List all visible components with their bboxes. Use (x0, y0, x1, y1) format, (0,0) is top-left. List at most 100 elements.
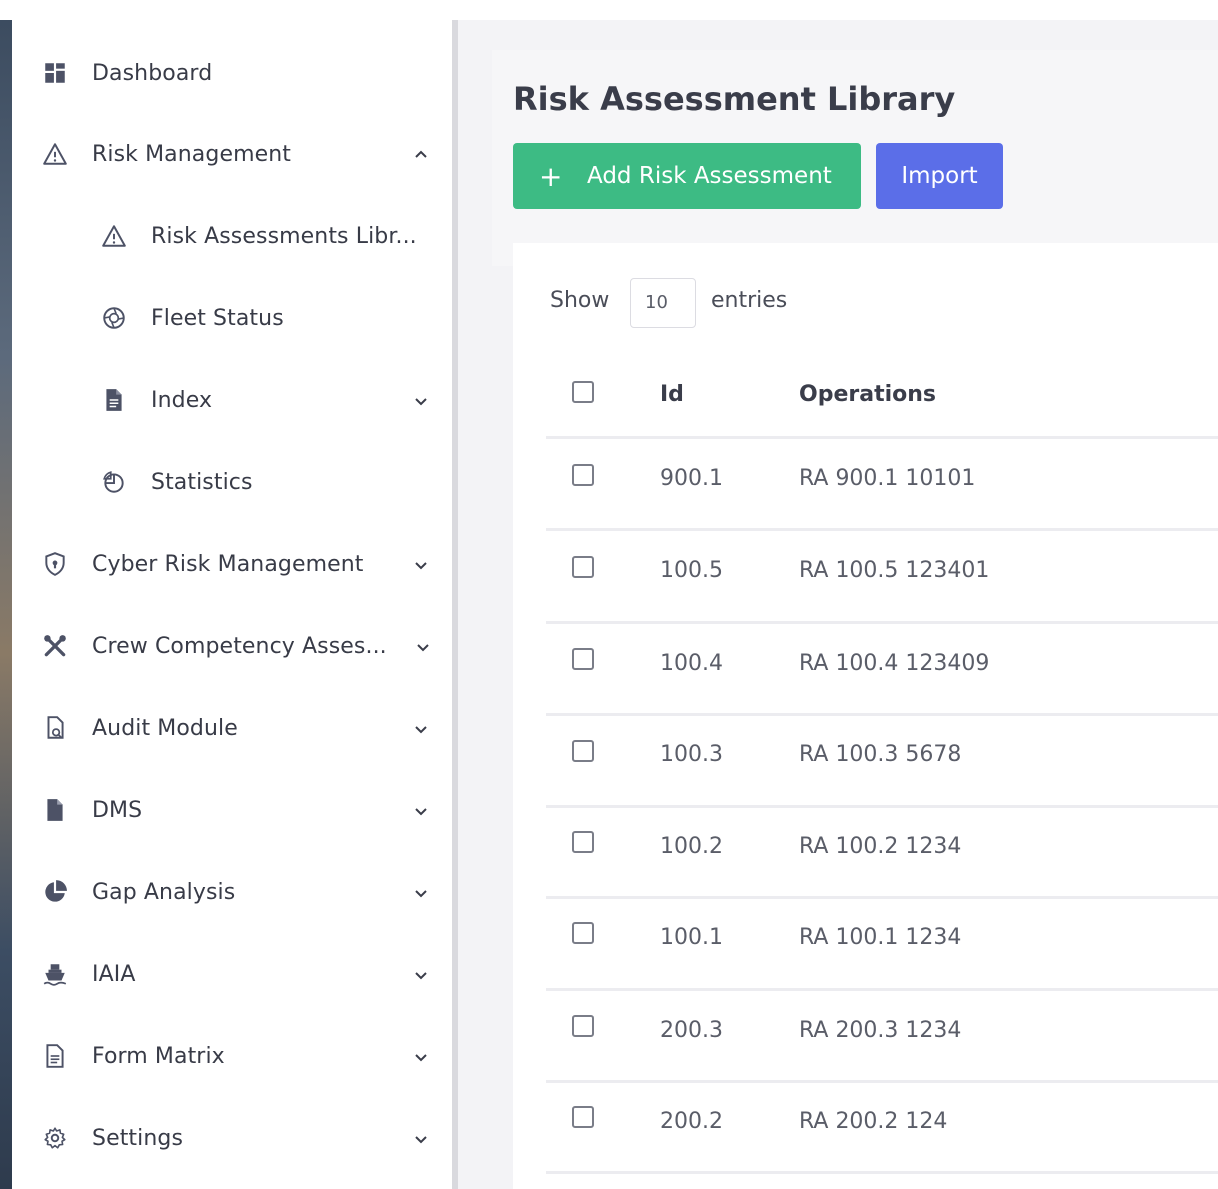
cell-operations[interactable]: RA 100.3 5678 (799, 742, 961, 767)
sidebar-subitem-index[interactable]: Index (12, 370, 452, 430)
sidebar-item-label: DMS (92, 797, 143, 823)
row-divider (546, 1080, 1218, 1083)
cell-operations[interactable]: RA 100.1 1234 (799, 925, 961, 950)
row-divider (546, 896, 1218, 899)
sidebar-item-label: Statistics (151, 469, 253, 495)
row-divider (546, 621, 1218, 624)
column-header-id[interactable]: Id (660, 382, 684, 407)
form-icon (42, 1043, 68, 1069)
row-checkbox[interactable] (572, 1015, 594, 1037)
cell-id: 100.1 (660, 925, 723, 950)
row-checkbox[interactable] (572, 648, 594, 670)
cell-operations[interactable]: RA 900.1 10101 (799, 466, 975, 491)
cell-operations[interactable]: RA 100.2 1234 (799, 834, 961, 859)
file-icon (101, 387, 127, 413)
sidebar-item-settings[interactable]: Settings (12, 1108, 452, 1168)
cell-operations[interactable]: RA 200.2 124 (799, 1109, 947, 1134)
cell-operations[interactable]: RA 100.4 123409 (799, 651, 989, 676)
row-checkbox[interactable] (572, 464, 594, 486)
chevron-down-icon[interactable] (412, 393, 430, 411)
add-risk-assessment-button[interactable]: + Add Risk Assessment (513, 143, 861, 209)
sidebar-item-label: Risk Assessments Libr... (151, 223, 417, 249)
sidebar-item-label: Settings (92, 1125, 184, 1151)
cell-operations[interactable]: RA 200.3 1234 (799, 1018, 961, 1043)
ship-icon (42, 961, 68, 987)
row-divider (546, 988, 1218, 991)
plus-icon: + (539, 159, 563, 193)
header-divider (546, 436, 1218, 439)
sidebar-item-form-matrix[interactable]: Form Matrix (12, 1026, 452, 1086)
entries-per-page-select[interactable]: 10 (630, 278, 696, 328)
background-photo-strip (0, 0, 12, 1189)
sidebar-item-label: Cyber Risk Management (92, 551, 364, 577)
row-checkbox[interactable] (572, 831, 594, 853)
sidebar-divider (452, 20, 458, 1189)
sidebar-item-label: Form Matrix (92, 1043, 225, 1069)
add-button-label: Add Risk Assessment (587, 163, 832, 189)
sidebar-item-crew-competency[interactable]: Crew Competency Asses... (12, 616, 452, 676)
sidebar-item-label: Crew Competency Asses... (92, 633, 387, 659)
aperture-icon (101, 305, 127, 331)
sidebar-item-label: Risk Management (92, 141, 292, 167)
row-checkbox[interactable] (572, 922, 594, 944)
cell-id: 100.4 (660, 651, 723, 676)
warning-triangle-icon (42, 141, 68, 167)
sidebar-item-audit-module[interactable]: Audit Module (12, 698, 452, 758)
row-checkbox[interactable] (572, 556, 594, 578)
shield-lock-icon (42, 551, 68, 577)
sidebar-item-label: Audit Module (92, 715, 238, 741)
chevron-down-icon[interactable] (412, 885, 430, 903)
show-label: Show (550, 288, 610, 313)
dashboard-grid-icon (42, 60, 68, 86)
column-header-operations[interactable]: Operations (799, 382, 936, 407)
warning-triangle-icon (101, 223, 127, 249)
entries-label: entries (711, 288, 788, 313)
import-button[interactable]: Import (876, 143, 1003, 209)
sidebar-subitem-risk-assessments-library[interactable]: Risk Assessments Libr... (12, 206, 452, 266)
sidebar-item-dashboard[interactable]: Dashboard (12, 43, 452, 103)
pie-chart-icon (42, 879, 68, 905)
sidebar-item-cyber-risk-management[interactable]: Cyber Risk Management (12, 534, 452, 594)
cell-id: 200.2 (660, 1109, 723, 1134)
sidebar-item-label: Fleet Status (151, 305, 284, 331)
row-checkbox[interactable] (572, 1106, 594, 1128)
chevron-down-icon[interactable] (412, 803, 430, 821)
cell-id: 200.3 (660, 1018, 723, 1043)
select-all-checkbox[interactable] (572, 381, 594, 403)
cell-operations[interactable]: RA 100.5 123401 (799, 558, 989, 583)
cell-id: 100.2 (660, 834, 723, 859)
chevron-up-icon[interactable] (412, 145, 430, 163)
sidebar-item-label: IAIA (92, 961, 136, 987)
sidebar-item-gap-analysis[interactable]: Gap Analysis (12, 862, 452, 922)
chevron-down-icon[interactable] (412, 967, 430, 985)
chevron-down-icon[interactable] (412, 1049, 430, 1067)
file-search-icon (42, 715, 68, 741)
sidebar-item-iaia[interactable]: IAIA (12, 944, 452, 1004)
chevron-down-icon[interactable] (412, 1131, 430, 1149)
row-divider (546, 713, 1218, 716)
page-title: Risk Assessment Library (513, 80, 956, 118)
cell-id: 100.5 (660, 558, 723, 583)
row-checkbox[interactable] (572, 740, 594, 762)
sidebar-item-label: Dashboard (92, 60, 213, 86)
sidebar: Dashboard Risk Management Risk Assessmen… (12, 20, 452, 1189)
row-divider (546, 528, 1218, 531)
row-divider (546, 805, 1218, 808)
sidebar-subitem-statistics[interactable]: Statistics (12, 452, 452, 512)
sidebar-item-risk-management[interactable]: Risk Management (12, 124, 452, 184)
cell-id: 100.3 (660, 742, 723, 767)
chevron-down-icon[interactable] (412, 557, 430, 575)
sidebar-subitem-fleet-status[interactable]: Fleet Status (12, 288, 452, 348)
sidebar-item-dms[interactable]: DMS (12, 780, 452, 840)
cell-id: 900.1 (660, 466, 723, 491)
top-band (0, 0, 1218, 20)
sidebar-item-label: Index (151, 387, 213, 413)
tools-icon (42, 633, 68, 659)
gear-icon (42, 1125, 68, 1151)
document-icon (42, 797, 68, 823)
chevron-down-icon[interactable] (412, 721, 430, 739)
pie-outline-icon (101, 469, 127, 495)
sidebar-item-label: Gap Analysis (92, 879, 236, 905)
chevron-down-icon[interactable] (414, 639, 432, 657)
row-divider (546, 1171, 1218, 1174)
